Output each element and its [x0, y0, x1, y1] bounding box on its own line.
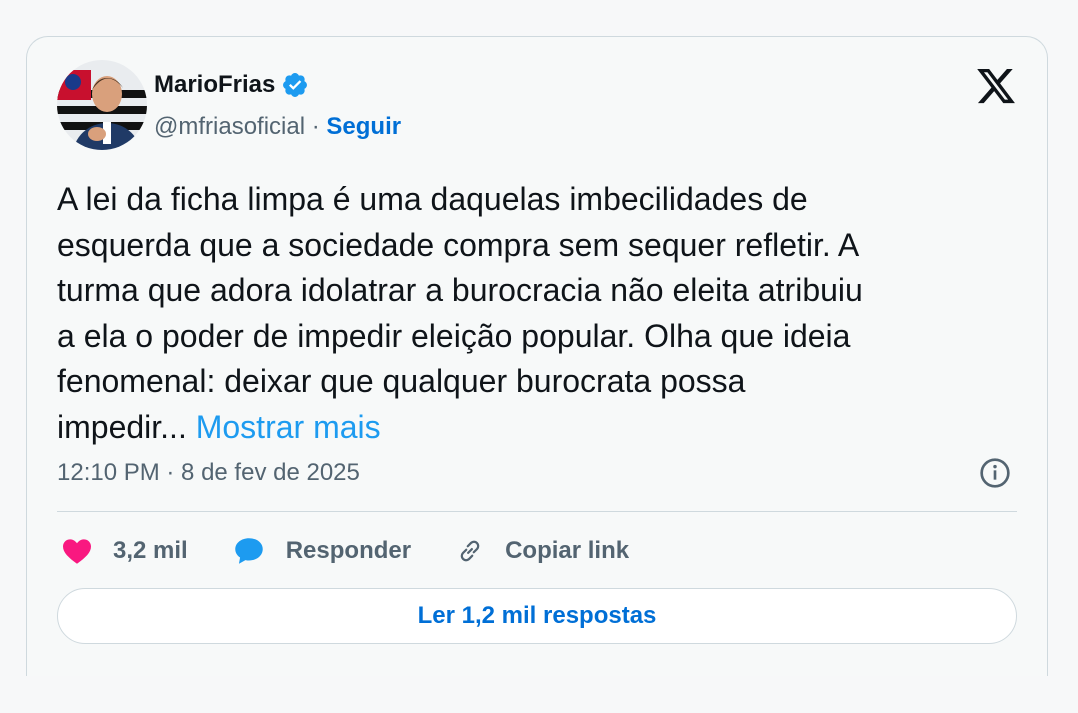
- author-display-name-row[interactable]: MarioFrias: [154, 71, 309, 99]
- avatar[interactable]: [57, 60, 147, 150]
- author-handle[interactable]: @mfriasoficial: [154, 113, 305, 140]
- copy-link-label: Copiar link: [505, 537, 630, 564]
- verified-badge-icon: [283, 73, 308, 97]
- tweet-timestamp[interactable]: 12:10 PM · 8 de fev de 2025: [57, 459, 360, 487]
- heart-icon: [63, 539, 91, 564]
- info-icon[interactable]: [979, 457, 1011, 489]
- tweet-body: A lei da ficha limpa é uma daquelas imbe…: [57, 181, 863, 445]
- x-logo-icon[interactable]: [975, 65, 1017, 107]
- show-more-link[interactable]: Mostrar mais: [196, 409, 381, 445]
- tweet-text: A lei da ficha limpa é uma daquelas imbe…: [57, 177, 1027, 450]
- tweet-embed-card: MarioFrias @mfriasoficial · Seguir A lei…: [26, 36, 1048, 676]
- reply-label: Responder: [285, 537, 412, 564]
- read-replies-button[interactable]: Ler 1,2 mil respostas: [57, 588, 1017, 644]
- link-icon: [460, 540, 480, 562]
- like-button[interactable]: 3,2 mil: [61, 535, 188, 567]
- follow-button[interactable]: Seguir: [326, 113, 401, 140]
- divider: [57, 511, 1017, 512]
- action-bar: 3,2 mil Responder Copiar link: [61, 533, 673, 569]
- author-display-name[interactable]: MarioFrias: [154, 71, 275, 99]
- separator-dot: ·: [311, 113, 320, 140]
- author-handle-row: @mfriasoficial · Seguir: [154, 113, 401, 141]
- read-replies-label: Ler 1,2 mil respostas: [417, 602, 657, 629]
- avatar-image: [57, 60, 147, 150]
- reply-button[interactable]: Responder: [232, 534, 411, 568]
- like-count: 3,2 mil: [113, 537, 188, 564]
- copy-link-button[interactable]: Copiar link: [455, 536, 629, 566]
- speech-bubble-icon: [234, 538, 263, 564]
